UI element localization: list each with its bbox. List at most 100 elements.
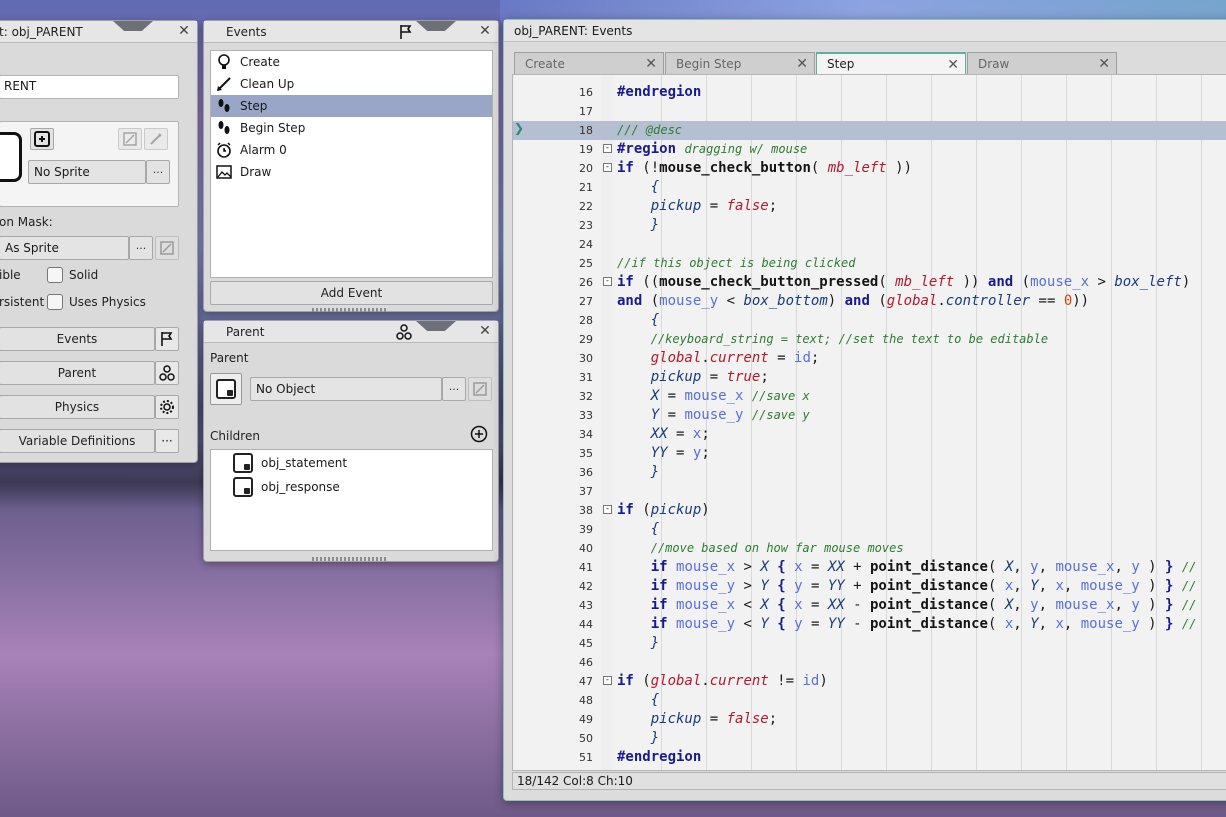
- code-line[interactable]: 27 and (mouse_y < box_bottom) and (global…: [513, 292, 1226, 311]
- close-icon[interactable]: ✕: [1098, 56, 1110, 72]
- code-line[interactable]: 24: [513, 235, 1226, 254]
- code-line[interactable]: 48 {: [513, 691, 1226, 710]
- code-line[interactable]: 50 }: [513, 729, 1226, 748]
- object-panel-titlebar[interactable]: t: obj_PARENT ✕: [0, 21, 197, 43]
- fold-toggle-icon[interactable]: -: [603, 277, 612, 286]
- code-line[interactable]: 30 global.current = id;: [513, 349, 1226, 368]
- editor-titlebar[interactable]: obj_PARENT: Events: [504, 20, 1226, 42]
- variable-definitions-more-button[interactable]: ···: [155, 429, 179, 453]
- event-item-alarm-0[interactable]: Alarm 0: [211, 139, 492, 161]
- sprite-select[interactable]: No Sprite: [28, 160, 146, 184]
- fold-toggle-icon[interactable]: -: [603, 676, 612, 685]
- code-line[interactable]: 22 pickup = false;: [513, 197, 1226, 216]
- current-line-marker-icon: ❯: [514, 121, 525, 135]
- code-line[interactable]: 39 {: [513, 520, 1226, 539]
- code-line[interactable]: 44 if mouse_y < Y { y = YY - point_dista…: [513, 615, 1226, 634]
- code-line[interactable]: 51 #endregion: [513, 748, 1226, 767]
- physics-button[interactable]: Physics: [0, 395, 155, 419]
- code-line[interactable]: 18 /// @desc: [513, 121, 1226, 140]
- event-item-step[interactable]: Step: [211, 95, 492, 117]
- close-icon[interactable]: ✕: [177, 24, 191, 38]
- tab-create[interactable]: Create ✕: [514, 52, 664, 74]
- line-number: 24: [579, 238, 593, 251]
- event-item-begin-step[interactable]: Begin Step: [211, 117, 492, 139]
- code-line[interactable]: 47 - if (global.current != id): [513, 672, 1226, 691]
- fold-toggle-icon[interactable]: -: [603, 144, 612, 153]
- code-line[interactable]: 33 Y = mouse_y //save y: [513, 406, 1226, 425]
- code-line[interactable]: 21 {: [513, 178, 1226, 197]
- code-text: global.current = id;: [650, 350, 820, 366]
- code-line[interactable]: 25 //if this object is being clicked: [513, 254, 1226, 273]
- edit-sprite-button[interactable]: [118, 128, 142, 150]
- uses-physics-checkbox[interactable]: [47, 294, 63, 310]
- parent-object-select[interactable]: No Object: [250, 377, 442, 401]
- code-line[interactable]: 32 X = mouse_x //save x: [513, 387, 1226, 406]
- paint-sprite-button[interactable]: [144, 128, 168, 150]
- new-sprite-button[interactable]: [30, 128, 54, 150]
- code-editor[interactable]: 16 #endregion 17 18/// @desc 19- #region drag…: [512, 74, 1226, 771]
- close-icon[interactable]: ✕: [645, 56, 657, 72]
- parent-edit-button[interactable]: [468, 377, 492, 401]
- code-line[interactable]: 46: [513, 653, 1226, 672]
- close-icon[interactable]: ✕: [796, 56, 808, 72]
- parent-object-thumbnail[interactable]: [210, 373, 242, 405]
- code-line[interactable]: 45 }: [513, 634, 1226, 653]
- events-button[interactable]: Events: [0, 327, 155, 351]
- events-flag-button[interactable]: [155, 327, 179, 351]
- hierarchy-icon: [159, 365, 175, 381]
- code-line[interactable]: 26 - if ((mouse_check_button_pressed( mb_l…: [513, 273, 1226, 292]
- edit-image-icon: [473, 382, 487, 396]
- collision-mask-select[interactable]: As Sprite: [0, 236, 129, 260]
- code-line[interactable]: 40 //move based on how far mouse moves: [513, 539, 1226, 558]
- fold-toggle-icon[interactable]: -: [603, 505, 612, 514]
- tab-step[interactable]: Step ✕: [816, 52, 966, 74]
- sprite-browse-button[interactable]: ···: [146, 160, 170, 184]
- collision-mask-edit-button[interactable]: [155, 236, 179, 260]
- code-line[interactable]: 35 YY = y;: [513, 444, 1226, 463]
- object-panel-title: t: obj_PARENT: [0, 24, 83, 39]
- close-icon[interactable]: ✕: [478, 324, 492, 338]
- parent-browse-button[interactable]: ···: [442, 377, 466, 401]
- add-child-button[interactable]: [470, 425, 488, 443]
- variable-definitions-button[interactable]: Variable Definitions: [0, 429, 155, 453]
- code-line[interactable]: 42 if mouse_y > Y { y = YY + point_dista…: [513, 577, 1226, 596]
- events-panel-titlebar[interactable]: Events ✕: [204, 21, 498, 43]
- collision-mask-browse-button[interactable]: ···: [129, 236, 153, 260]
- resize-grip[interactable]: [312, 557, 388, 561]
- resize-grip[interactable]: [312, 308, 388, 312]
- solid-checkbox[interactable]: [47, 267, 63, 283]
- tab-draw[interactable]: Draw ✕: [967, 52, 1117, 74]
- event-item-clean-up[interactable]: Clean Up: [211, 73, 492, 95]
- code-line[interactable]: 49 pickup = false;: [513, 710, 1226, 729]
- code-line[interactable]: 36 }: [513, 463, 1226, 482]
- sprite-preview[interactable]: [0, 132, 22, 182]
- close-icon[interactable]: ✕: [947, 57, 959, 73]
- code-line[interactable]: 41 if mouse_x > X { x = XX + point_dista…: [513, 558, 1226, 577]
- code-line[interactable]: 29 //keyboard_string = text; //set the t…: [513, 330, 1226, 349]
- parent-panel-titlebar[interactable]: Parent ✕: [204, 321, 498, 343]
- parent-button[interactable]: Parent: [0, 361, 155, 385]
- event-item-create[interactable]: Create: [211, 51, 492, 73]
- code-line[interactable]: 28 {: [513, 311, 1226, 330]
- physics-gear-button[interactable]: [155, 395, 179, 419]
- code-line[interactable]: 20 - if (!mouse_check_button( mb_left )): [513, 159, 1226, 178]
- child-item-obj-statement[interactable]: obj_statement: [233, 452, 347, 474]
- object-name-input[interactable]: RENT: [0, 75, 179, 99]
- close-icon[interactable]: ✕: [478, 24, 492, 38]
- code-line[interactable]: 19 - #region dragging w/ mouse: [513, 140, 1226, 159]
- code-line[interactable]: 23 }: [513, 216, 1226, 235]
- code-line[interactable]: 38 - if (pickup): [513, 501, 1226, 520]
- code-line[interactable]: 43 if mouse_x < X { x = XX - point_dista…: [513, 596, 1226, 615]
- code-line[interactable]: 34 XX = x;: [513, 425, 1226, 444]
- tab-begin-step[interactable]: Begin Step ✕: [665, 52, 815, 74]
- code-line[interactable]: 37: [513, 482, 1226, 501]
- code-line[interactable]: 16 #endregion: [513, 83, 1226, 102]
- add-event-button[interactable]: Add Event: [210, 281, 493, 305]
- fold-toggle-icon[interactable]: -: [603, 163, 612, 172]
- code-line[interactable]: 17: [513, 102, 1226, 121]
- event-item-draw[interactable]: Draw: [211, 161, 492, 183]
- code-line[interactable]: 31 pickup = true;: [513, 368, 1226, 387]
- parent-tree-button[interactable]: [155, 361, 179, 385]
- child-item-obj-response[interactable]: obj_response: [233, 476, 340, 498]
- line-number: 51: [579, 751, 593, 764]
